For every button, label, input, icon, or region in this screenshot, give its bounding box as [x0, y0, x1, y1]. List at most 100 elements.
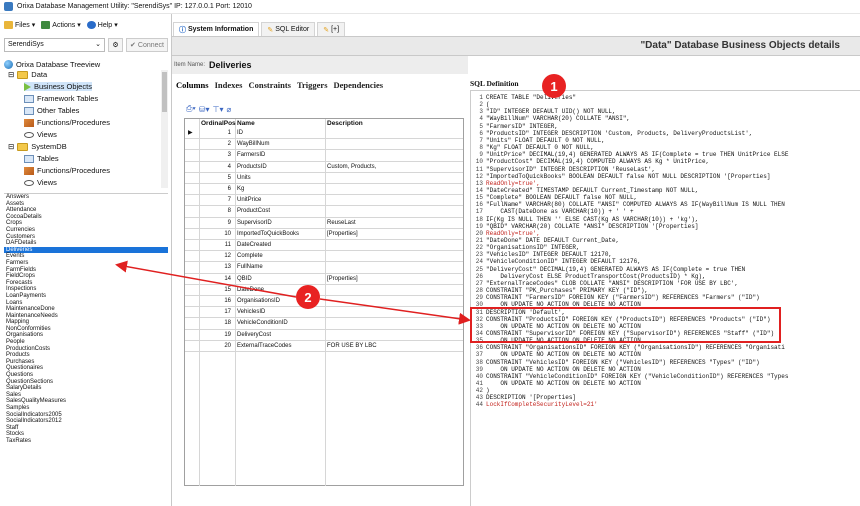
subtab-constraints[interactable]: Constraints	[248, 80, 291, 90]
clear-filter-icon[interactable]: ⌀	[226, 105, 231, 114]
tree-node-label: Views	[37, 178, 57, 187]
list-item[interactable]: Purchases	[4, 359, 168, 366]
tree-node-systemdb[interactable]: ⊟ SystemDB	[8, 142, 67, 151]
table-row[interactable]: 6 Kg	[185, 184, 463, 196]
sql-line: 4 "WayBillNum" VARCHAR(20) COLLATE "ANSI"…	[471, 115, 860, 122]
tab-system-information[interactable]: ⓘ System Information	[173, 22, 260, 36]
tree-node-views[interactable]: Views	[24, 130, 57, 139]
list-item[interactable]: Crops	[4, 220, 168, 227]
tree-node-framework-tables[interactable]: Framework Tables	[24, 94, 98, 103]
list-item[interactable]: Questionaires	[4, 365, 168, 372]
list-item[interactable]: DAFDetails	[4, 240, 168, 247]
list-item[interactable]: Customers	[4, 234, 168, 241]
list-item[interactable]: QuestionSections	[4, 379, 168, 386]
list-item[interactable]: Staff	[4, 425, 168, 432]
list-item[interactable]: Answers	[4, 194, 168, 201]
table-row[interactable]: 2 WayBillNum	[185, 139, 463, 151]
tree-node-business-objects[interactable]: Business Objects	[24, 82, 92, 91]
tree-node-tables[interactable]: Tables	[24, 154, 59, 163]
list-item[interactable]: Stocks	[4, 431, 168, 438]
list-item[interactable]: Forecasts	[4, 280, 168, 287]
list-item[interactable]: Farmers	[4, 260, 168, 267]
tree-node-data[interactable]: ⊟ Data	[8, 70, 47, 79]
table-row[interactable]: 9 SupervisorID ReuseLast	[185, 218, 463, 229]
list-item[interactable]: SalesQualityMeasures	[4, 398, 168, 405]
list-item[interactable]: MaintenanceNeeds	[4, 313, 168, 320]
list-item[interactable]: Products	[4, 352, 168, 359]
sql-definition-editor[interactable]: 1 CREATE TABLE "Deliveries" 2(3 "ID" INTEGE…	[470, 90, 860, 506]
list-item[interactable]: SocialIndicators2012	[4, 418, 168, 425]
cell-name: FullName	[237, 264, 263, 271]
table-row[interactable]: 13 FullName	[185, 262, 463, 274]
list-item[interactable]: TaxRates	[4, 438, 168, 445]
database-select[interactable]: SerendiSys ⌄	[4, 38, 105, 52]
sql-code: LockIfCompleteSecurityLevel=21'	[486, 401, 598, 409]
list-item[interactable]: FieldCrops	[4, 273, 168, 280]
subtab-dependencies[interactable]: Dependencies	[334, 80, 384, 90]
table-row[interactable]: 19 DeliveryCost	[185, 330, 463, 341]
list-item[interactable]: Questions	[4, 372, 168, 379]
table-row[interactable]: 20 ExternalTraceCodes FOR USE BY LBC	[185, 341, 463, 352]
table-row[interactable]: 10 ImportedToQuickBooks [Properties]	[185, 229, 463, 240]
table-row[interactable]: 8 ProductCost	[185, 206, 463, 218]
table-row[interactable]: 4 ProductsID Custom, Products,	[185, 162, 463, 173]
list-item[interactable]: ProductionCosts	[4, 346, 168, 353]
filter-icon[interactable]: ⊤▾	[212, 105, 223, 114]
table-row[interactable]: 16 OrganisationsID	[185, 296, 463, 308]
actions-menu-button[interactable]: Actions ▾	[41, 21, 81, 29]
list-item[interactable]: Organisations	[4, 332, 168, 339]
print-icon[interactable]: ⎙▾	[186, 104, 196, 114]
tree-node-functions[interactable]: Functions/Procedures	[24, 118, 110, 127]
subtab-indexes[interactable]: Indexes	[215, 80, 243, 90]
column-header-ordinalpos[interactable]: OrdinalPos	[201, 119, 236, 128]
list-item[interactable]: CocoaDetails	[4, 214, 168, 221]
list-item[interactable]: Currencies	[4, 227, 168, 234]
help-menu-button[interactable]: Help ▾	[86, 21, 118, 29]
list-item[interactable]: Loans	[4, 300, 168, 307]
list-item[interactable]: FarmFields	[4, 267, 168, 274]
scroll-thumb[interactable]	[162, 72, 167, 112]
list-item[interactable]: NonConformities	[4, 326, 168, 333]
tree-node-other-tables[interactable]: Other Tables	[24, 106, 79, 115]
tree-node-functions-system[interactable]: Functions/Procedures	[24, 166, 110, 175]
subtab-triggers[interactable]: Triggers	[297, 80, 328, 90]
sql-code: "FarmersID" INTEGER,	[486, 122, 559, 130]
list-item[interactable]: People	[4, 339, 168, 346]
line-number: 25	[475, 265, 483, 273]
table-row[interactable]: 15 DateDone	[185, 285, 463, 296]
column-header-description[interactable]: Description	[327, 119, 363, 128]
tree-scrollbar[interactable]	[161, 70, 168, 188]
table-row[interactable]: 18 VehicleConditionID	[185, 318, 463, 330]
table-row[interactable]: 14 QBID [Properties]	[185, 274, 463, 285]
table-row[interactable]: 17 VehiclesID	[185, 307, 463, 319]
list-item[interactable]: Samples	[4, 405, 168, 412]
table-row[interactable]: 5 Units	[185, 173, 463, 184]
list-item[interactable]: MaintenanceDone	[4, 306, 168, 313]
subtab-columns[interactable]: Columns	[176, 80, 209, 90]
files-menu-button[interactable]: Files ▾	[4, 21, 35, 29]
list-item[interactable]: Assets	[4, 201, 168, 208]
table-row[interactable]: 11 DateCreated	[185, 240, 463, 252]
list-item[interactable]: SocialIndicators2005	[4, 412, 168, 419]
table-row[interactable]: 7 UnitPrice	[185, 195, 463, 207]
line-number: 1	[479, 94, 483, 101]
list-item[interactable]: Attendance	[4, 207, 168, 214]
export-icon[interactable]: ⛁▾	[199, 105, 210, 114]
list-item[interactable]: Events	[4, 253, 168, 260]
list-item[interactable]: LoanPayments	[4, 293, 168, 300]
table-row[interactable]: 3 FarmersID	[185, 150, 463, 162]
list-item[interactable]: SalaryDetails	[4, 385, 168, 392]
line-number: 10	[475, 158, 483, 166]
connect-button[interactable]: ✔ Connect	[126, 38, 168, 52]
list-item[interactable]: Mapping	[4, 319, 168, 326]
column-header-name[interactable]: Name	[237, 119, 255, 128]
settings-button[interactable]: ⚙	[108, 38, 124, 52]
tab-new[interactable]: ✎ [+]	[317, 22, 346, 36]
tree-node-views-system[interactable]: Views	[24, 178, 57, 187]
table-row[interactable]: ▶ 1 ID	[185, 128, 463, 140]
list-item[interactable]: Sales	[4, 392, 168, 399]
table-row[interactable]: 12 Complete	[185, 251, 463, 263]
tab-sql-editor[interactable]: ✎ SQL Editor	[261, 22, 316, 36]
list-item[interactable]: Deliveries	[4, 246, 168, 254]
list-item[interactable]: Inspections	[4, 286, 168, 293]
